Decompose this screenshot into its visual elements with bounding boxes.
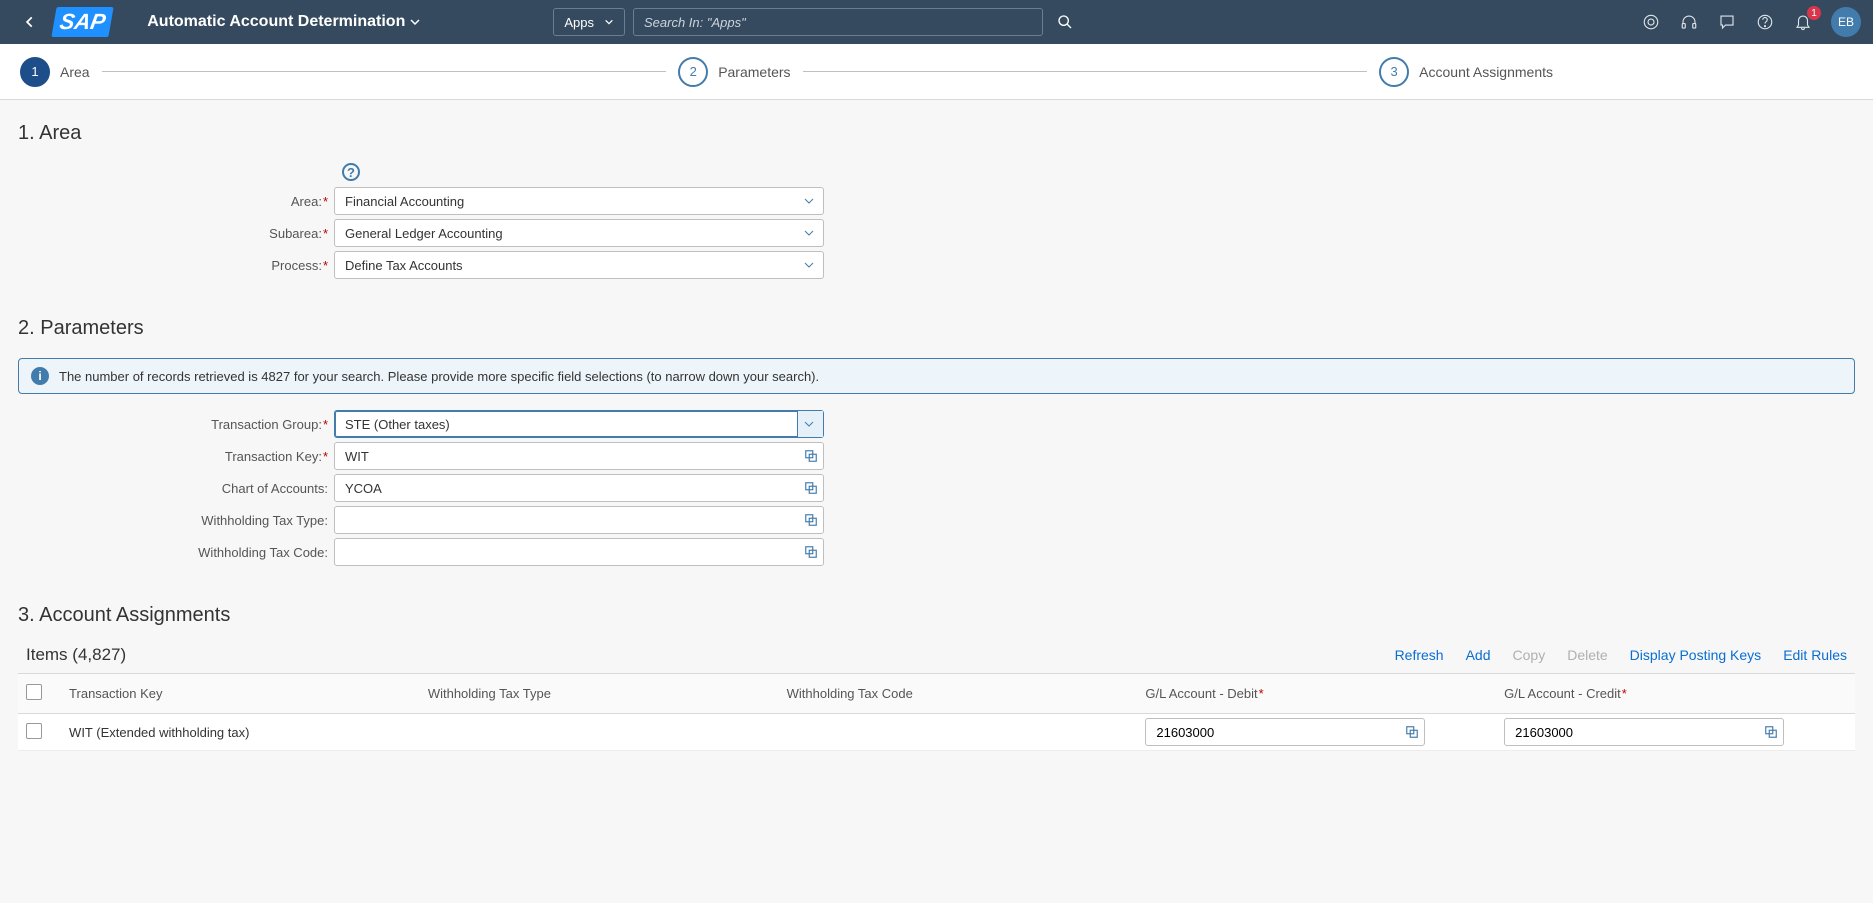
step-account-assignments[interactable]: 3 Account Assignments bbox=[1379, 57, 1553, 87]
section-title-area: 1. Area bbox=[18, 122, 1855, 145]
chevron-down-icon bbox=[803, 227, 815, 239]
chart-of-accounts-input-wrap bbox=[334, 474, 824, 502]
table-row[interactable]: WIT (Extended withholding tax) bbox=[18, 714, 1855, 751]
info-message-strip: i The number of records retrieved is 482… bbox=[18, 358, 1855, 394]
col-withholding-tax-code[interactable]: Withholding Tax Code bbox=[779, 674, 1138, 714]
add-button[interactable]: Add bbox=[1466, 647, 1491, 663]
process-label: Process:* bbox=[18, 258, 334, 273]
chevron-down-icon bbox=[409, 16, 421, 28]
col-gl-credit[interactable]: G/L Account - Credit* bbox=[1496, 674, 1855, 714]
cell-transaction-key: WIT (Extended withholding tax) bbox=[61, 714, 420, 751]
edit-rules-button[interactable]: Edit Rules bbox=[1783, 647, 1847, 663]
step-number: 3 bbox=[1379, 57, 1409, 87]
refresh-button[interactable]: Refresh bbox=[1395, 647, 1444, 663]
section-title-assignments: 3. Account Assignments bbox=[18, 604, 1855, 627]
value-help-icon[interactable] bbox=[1405, 725, 1419, 739]
step-label: Parameters bbox=[718, 64, 790, 80]
page-title: Automatic Account Determination bbox=[147, 13, 405, 31]
value-help-icon[interactable] bbox=[804, 481, 818, 495]
chevron-down-icon bbox=[604, 17, 614, 27]
withholding-tax-code-label: Withholding Tax Code: bbox=[18, 545, 334, 560]
gl-debit-input[interactable] bbox=[1145, 718, 1425, 746]
app-header: SAP Automatic Account Determination Apps… bbox=[0, 0, 1873, 44]
explore-icon[interactable] bbox=[1641, 12, 1661, 32]
search-button[interactable] bbox=[1047, 14, 1083, 30]
delete-button: Delete bbox=[1567, 647, 1607, 663]
area-select[interactable] bbox=[334, 187, 824, 215]
user-avatar[interactable]: EB bbox=[1831, 7, 1861, 37]
transaction-key-label: Transaction Key:* bbox=[18, 449, 334, 464]
area-label: Area:* bbox=[18, 194, 334, 209]
process-select[interactable] bbox=[334, 251, 824, 279]
col-gl-debit[interactable]: G/L Account - Debit* bbox=[1137, 674, 1496, 714]
back-button[interactable] bbox=[12, 4, 48, 40]
search-icon bbox=[1057, 14, 1073, 30]
transaction-key-input[interactable] bbox=[334, 442, 824, 470]
cell-withholding-tax-code bbox=[779, 714, 1138, 751]
search-input[interactable] bbox=[633, 8, 1043, 36]
withholding-tax-type-label: Withholding Tax Type: bbox=[18, 513, 334, 528]
transaction-key-input-wrap bbox=[334, 442, 824, 470]
subarea-select[interactable] bbox=[334, 219, 824, 247]
page-title-dropdown[interactable] bbox=[409, 16, 421, 28]
chevron-down-icon bbox=[803, 195, 815, 207]
transaction-group-label: Transaction Group:* bbox=[18, 417, 334, 432]
withholding-tax-code-input-wrap bbox=[334, 538, 824, 566]
col-transaction-key[interactable]: Transaction Key bbox=[61, 674, 420, 714]
wizard-steps: 1 Area 2 Parameters 3 Account Assignment… bbox=[0, 44, 1873, 100]
copy-button: Copy bbox=[1513, 647, 1546, 663]
subarea-label: Subarea:* bbox=[18, 226, 334, 241]
gl-credit-input[interactable] bbox=[1504, 718, 1784, 746]
transaction-group-select[interactable] bbox=[334, 410, 824, 438]
step-number: 1 bbox=[20, 57, 50, 87]
help-icon[interactable]: ? bbox=[342, 163, 360, 181]
back-icon bbox=[23, 15, 37, 29]
items-count-title: Items (4,827) bbox=[26, 645, 126, 665]
col-withholding-tax-type[interactable]: Withholding Tax Type bbox=[420, 674, 779, 714]
section-title-parameters: 2. Parameters bbox=[18, 317, 1855, 340]
sap-logo: SAP bbox=[51, 7, 114, 37]
chart-of-accounts-input[interactable] bbox=[334, 474, 824, 502]
feedback-icon[interactable] bbox=[1717, 12, 1737, 32]
apps-menu-label: Apps bbox=[564, 15, 594, 30]
chevron-down-icon bbox=[803, 259, 815, 271]
display-posting-keys-button[interactable]: Display Posting Keys bbox=[1630, 647, 1762, 663]
apps-menu-button[interactable]: Apps bbox=[553, 8, 625, 36]
value-help-icon[interactable] bbox=[1764, 725, 1778, 739]
step-area[interactable]: 1 Area bbox=[20, 57, 90, 87]
step-label: Account Assignments bbox=[1419, 64, 1553, 80]
step-label: Area bbox=[60, 64, 90, 80]
account-assignments-table: Transaction Key Withholding Tax Type Wit… bbox=[18, 673, 1855, 751]
step-number: 2 bbox=[678, 57, 708, 87]
info-message-text: The number of records retrieved is 4827 … bbox=[59, 369, 819, 384]
cell-withholding-tax-type bbox=[420, 714, 779, 751]
step-parameters[interactable]: 2 Parameters bbox=[678, 57, 790, 87]
help-icon[interactable] bbox=[1755, 12, 1775, 32]
notifications-button[interactable]: 1 bbox=[1793, 12, 1813, 32]
withholding-tax-type-input[interactable] bbox=[334, 506, 824, 534]
value-help-icon[interactable] bbox=[804, 513, 818, 527]
chart-of-accounts-label: Chart of Accounts: bbox=[18, 481, 334, 496]
notification-badge: 1 bbox=[1807, 6, 1821, 20]
withholding-tax-type-input-wrap bbox=[334, 506, 824, 534]
value-help-icon[interactable] bbox=[804, 449, 818, 463]
info-icon: i bbox=[31, 367, 49, 385]
value-help-icon[interactable] bbox=[804, 545, 818, 559]
withholding-tax-code-input[interactable] bbox=[334, 538, 824, 566]
chevron-down-icon bbox=[803, 418, 815, 430]
headset-icon[interactable] bbox=[1679, 12, 1699, 32]
row-checkbox[interactable] bbox=[26, 723, 42, 739]
select-all-checkbox[interactable] bbox=[26, 684, 42, 700]
